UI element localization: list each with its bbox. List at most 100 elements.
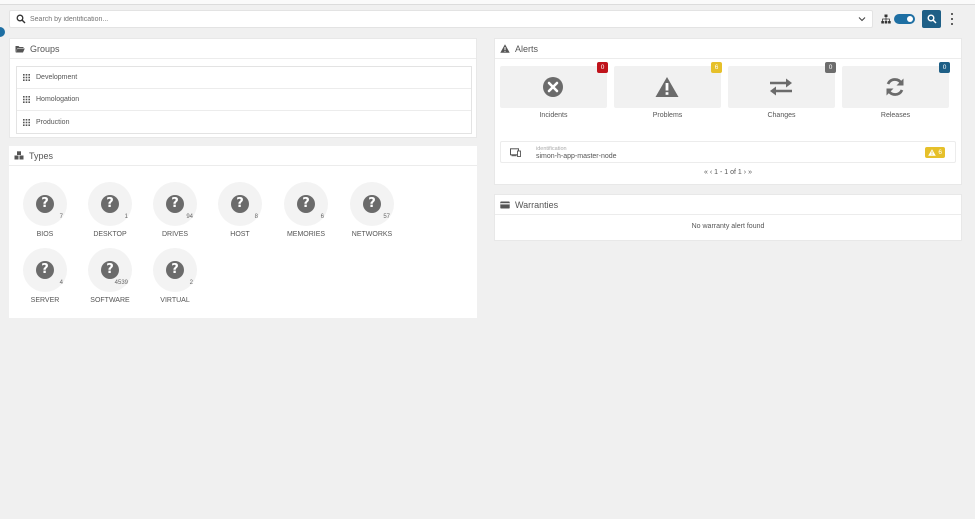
pagination: « ‹ 1 - 1 of 1 › » [495,169,961,176]
credit-card-icon [500,201,510,208]
type-label: DESKTOP [93,231,127,238]
type-tile-bios[interactable]: ? 7 BIOS [11,182,71,244]
type-tile-memories[interactable]: ? 6 MEMORIES [272,182,332,244]
alert-count-badge: 0 [939,62,950,73]
type-count: 7 [59,214,63,220]
question-icon: ? [166,261,184,279]
type-tile-software[interactable]: ? 4539 SOFTWARE [76,248,136,310]
alerts-panel: Alerts 0 Incidents 6 Problems 0 Changes [494,38,962,185]
search-button[interactable] [922,10,941,28]
devices-icon [510,148,521,157]
group-item-label: Development [36,74,78,81]
types-header: Types [9,146,477,166]
type-circle: ? 94 [153,182,197,226]
alert-node-row[interactable]: identification simon-h-app-master-node 6 [500,141,956,163]
group-item-homologation[interactable]: Homologation [17,89,471,111]
pager-prev[interactable]: ‹ [710,169,712,176]
type-tile-server[interactable]: ? 4 SERVER [11,248,71,310]
times-circle-icon [543,77,563,97]
type-label: VIRTUAL [160,297,190,304]
alert-box-changes[interactable]: 0 [728,62,836,108]
refresh-icon [886,78,904,96]
type-label: DRIVES [161,231,189,238]
grid-icon [23,96,30,103]
search-input[interactable] [30,15,858,23]
pager-next[interactable]: › [744,169,746,176]
chevron-down-icon[interactable] [858,15,866,23]
type-count: 1 [124,214,128,220]
warning-icon [655,77,679,97]
type-label: NETWORKS [351,231,393,238]
type-tile-host[interactable]: ? 8 HOST [206,182,266,244]
node-warning-badge[interactable]: 6 [925,147,945,158]
type-tile-drives[interactable]: ? 94 DRIVES [141,182,201,244]
question-icon: ? [297,195,315,213]
question-icon: ? [363,195,381,213]
type-count: 4539 [114,280,128,286]
type-circle: ? 57 [350,182,394,226]
type-count: 4 [59,280,63,286]
type-count: 6 [320,214,324,220]
node-identification[interactable]: simon-h-app-master-node [536,153,617,160]
type-label: SERVER [30,297,60,304]
type-count: 8 [254,214,258,220]
type-count: 2 [189,280,193,286]
alert-box-releases[interactable]: 0 [842,62,950,108]
search-icon [927,14,937,24]
grid-icon [23,118,30,126]
collapse-handle[interactable] [0,27,5,37]
alert-box-problems[interactable]: 6 [614,62,722,108]
view-toggle[interactable] [894,14,915,24]
question-icon: ? [36,261,54,279]
pager-last[interactable]: » [748,169,752,176]
type-circle: ? 4 [23,248,67,292]
more-options-icon[interactable] [948,12,956,26]
exchange-icon [770,78,792,96]
type-label: BIOS [36,231,54,238]
alert-count-badge: 0 [825,62,836,73]
type-circle: ? 7 [23,182,67,226]
group-item-production[interactable]: Production [17,111,471,133]
type-circle: ? 1 [88,182,132,226]
alert-label-incidents: Incidents [539,112,568,119]
type-label: MEMORIES [286,231,326,238]
type-tile-desktop[interactable]: ? 1 DESKTOP [76,182,136,244]
toggle-knob [907,16,913,22]
type-tile-virtual[interactable]: ? 2 VIRTUAL [141,248,201,310]
type-count: 57 [383,214,390,220]
question-icon: ? [101,261,119,279]
alerts-title: Alerts [515,43,539,54]
top-border [0,0,975,5]
types-panel: Types ? 7 BIOS ? 1 DESKTOP ? 94 DRIVES ? 8 H… [9,146,477,318]
type-circle: ? 6 [284,182,328,226]
type-circle: ? 2 [153,248,197,292]
node-badge-count: 6 [938,149,942,156]
question-icon: ? [166,195,184,213]
search-icon [16,14,26,24]
hierarchy-icon[interactable] [881,14,891,24]
alert-box-incidents[interactable]: 0 [500,62,608,108]
type-label: HOST [230,231,250,238]
pager-first[interactable]: « [704,169,708,176]
pager-text: 1 - 1 of 1 [714,169,742,176]
warning-icon [928,149,937,156]
group-item-development[interactable]: Development [17,67,471,89]
type-count: 94 [186,214,193,220]
grid-icon [23,74,30,81]
warranties-panel: Warranties No warranty alert found [494,194,962,241]
question-icon: ? [101,195,119,213]
groups-header: Groups [10,39,476,59]
cubes-icon [14,151,24,160]
warranties-title: Warranties [515,199,559,210]
warning-icon [500,44,510,53]
alert-count-badge: 6 [711,62,722,73]
types-title: Types [29,150,54,161]
alert-count-badge: 0 [597,62,608,73]
type-tile-networks[interactable]: ? 57 NETWORKS [338,182,398,244]
search-bar[interactable] [9,10,873,28]
groups-panel: Groups Development Homologation Producti… [9,38,477,138]
group-item-label: Production [36,118,70,126]
type-circle: ? 4539 [88,248,132,292]
type-label: SOFTWARE [90,297,130,304]
alert-label-changes: Changes [767,112,796,119]
